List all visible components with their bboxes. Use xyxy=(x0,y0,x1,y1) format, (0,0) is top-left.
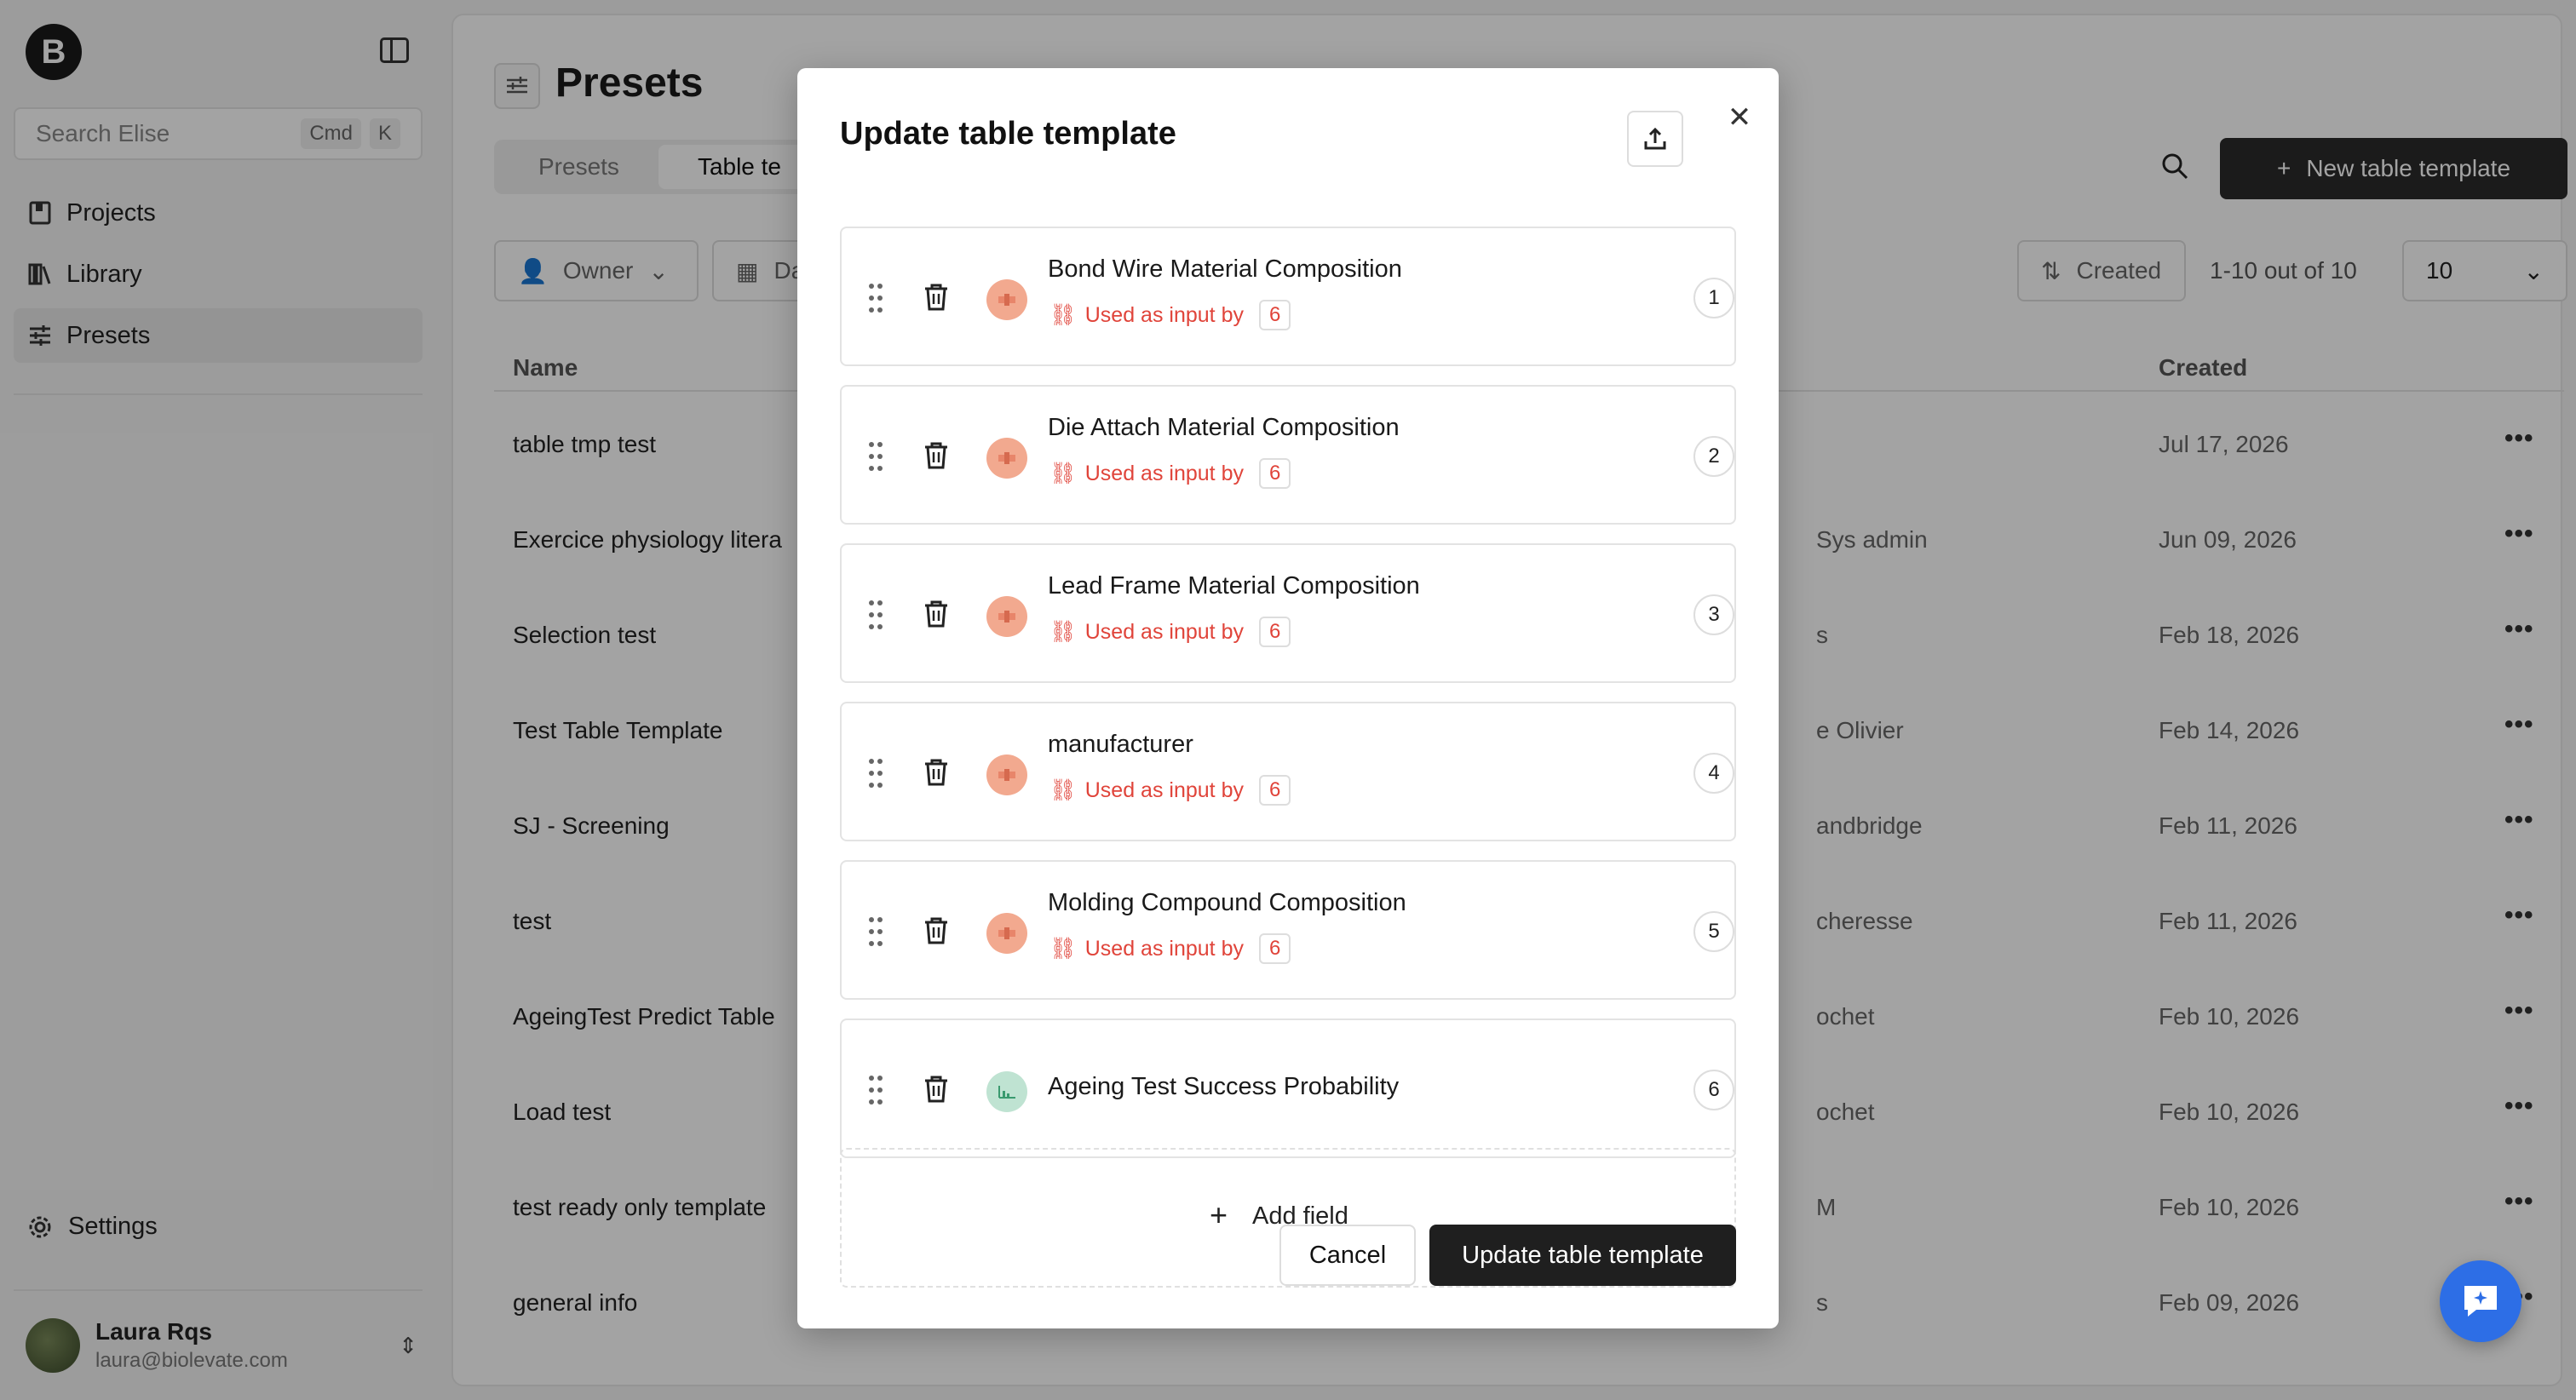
plus-icon: + xyxy=(1210,1197,1228,1232)
drag-handle-icon[interactable] xyxy=(867,281,884,315)
used-as-input-link[interactable]: ⛓ Used as input by 6 xyxy=(1049,775,1291,806)
drag-handle-icon[interactable] xyxy=(867,915,884,949)
used-as-input-count: 6 xyxy=(1258,775,1291,806)
field-name: manufacturer xyxy=(1048,731,1193,758)
template-field[interactable]: Lead Frame Material Composition ⛓ Used a… xyxy=(840,543,1736,683)
link-icon: ⛓ xyxy=(1049,619,1077,644)
used-as-input-count: 6 xyxy=(1258,458,1291,489)
link-icon: ⛓ xyxy=(1049,302,1077,327)
trash-icon[interactable] xyxy=(923,758,949,787)
link-icon: ⛓ xyxy=(1049,777,1077,802)
drag-handle-icon[interactable] xyxy=(867,1073,884,1107)
template-field[interactable]: Bond Wire Material Composition ⛓ Used as… xyxy=(840,227,1736,366)
field-name: Ageing Test Success Probability xyxy=(1048,1073,1400,1100)
field-name: Bond Wire Material Composition xyxy=(1048,255,1402,283)
link-icon: ⛓ xyxy=(1049,936,1077,961)
used-as-input-label: Used as input by xyxy=(1084,461,1244,485)
field-order-badge: 2 xyxy=(1693,436,1734,477)
used-as-input-link[interactable]: ⛓ Used as input by 6 xyxy=(1049,617,1291,647)
cancel-button[interactable]: Cancel xyxy=(1279,1225,1416,1286)
used-as-input-count: 6 xyxy=(1258,300,1291,330)
used-as-input-label: Used as input by xyxy=(1084,777,1244,802)
trash-icon[interactable] xyxy=(923,283,949,312)
template-field[interactable]: Ageing Test Success Probability 6 xyxy=(840,1018,1736,1158)
used-as-input-count: 6 xyxy=(1258,617,1291,647)
field-order-badge: 1 xyxy=(1693,278,1734,318)
used-as-input-link[interactable]: ⛓ Used as input by 6 xyxy=(1049,458,1291,489)
used-as-input-link[interactable]: ⛓ Used as input by 6 xyxy=(1049,933,1291,964)
field-type-icon xyxy=(986,755,1027,795)
drag-handle-icon[interactable] xyxy=(867,598,884,632)
field-order-badge: 4 xyxy=(1693,753,1734,794)
upload-icon[interactable] xyxy=(1627,111,1683,167)
trash-icon[interactable] xyxy=(923,916,949,945)
update-table-template-dialog: Update table template ✕ Bond Wire Materi… xyxy=(797,68,1779,1328)
field-type-icon xyxy=(986,596,1027,637)
update-table-template-button[interactable]: Update table template xyxy=(1429,1225,1736,1286)
used-as-input-link[interactable]: ⛓ Used as input by 6 xyxy=(1049,300,1291,330)
field-type-icon xyxy=(986,913,1027,954)
trash-icon[interactable] xyxy=(923,600,949,628)
close-icon[interactable]: ✕ xyxy=(1721,99,1758,136)
template-field[interactable]: Die Attach Material Composition ⛓ Used a… xyxy=(840,385,1736,525)
field-type-icon xyxy=(986,438,1027,479)
field-name: Lead Frame Material Composition xyxy=(1048,572,1420,600)
field-order-badge: 3 xyxy=(1693,594,1734,635)
field-name: Molding Compound Composition xyxy=(1048,889,1406,916)
used-as-input-label: Used as input by xyxy=(1084,302,1244,327)
template-field[interactable]: manufacturer ⛓ Used as input by 6 4 xyxy=(840,702,1736,841)
used-as-input-count: 6 xyxy=(1258,933,1291,964)
used-as-input-label: Used as input by xyxy=(1084,936,1244,961)
drag-handle-icon[interactable] xyxy=(867,439,884,473)
field-order-badge: 5 xyxy=(1693,911,1734,952)
dialog-title: Update table template xyxy=(840,116,1176,152)
drag-handle-icon[interactable] xyxy=(867,756,884,790)
trash-icon[interactable] xyxy=(923,1075,949,1104)
chat-assistant-button[interactable] xyxy=(2440,1260,2521,1342)
trash-icon[interactable] xyxy=(923,441,949,470)
used-as-input-label: Used as input by xyxy=(1084,619,1244,644)
chart-field-type-icon xyxy=(986,1071,1027,1112)
field-name: Die Attach Material Composition xyxy=(1048,414,1400,441)
field-type-icon xyxy=(986,279,1027,320)
field-order-badge: 6 xyxy=(1693,1070,1734,1110)
chat-icon xyxy=(2464,1286,2497,1317)
link-icon: ⛓ xyxy=(1049,461,1077,485)
template-field[interactable]: Molding Compound Composition ⛓ Used as i… xyxy=(840,860,1736,1000)
